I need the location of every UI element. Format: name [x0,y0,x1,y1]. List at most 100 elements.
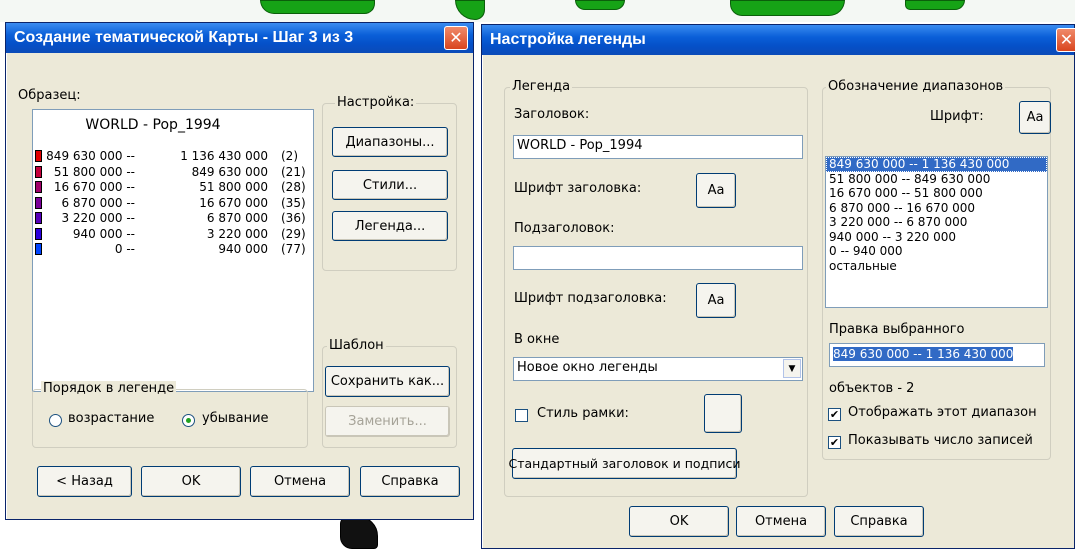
help-button[interactable]: Справка [834,506,924,537]
ascending-label[interactable]: возрастание [68,411,154,426]
legend-row: 16 670 000 -- 51 800 000 (28) [33,180,308,194]
ranges-list-item[interactable]: 3 220 000 -- 6 870 000 [826,215,1047,230]
show-count-checkbox[interactable]: ✔ [828,436,841,449]
frame-style-button[interactable] [704,394,742,433]
heading-label: Заголовок: [514,107,590,122]
legend-order-group-title: Порядок в легенде [41,381,177,396]
legend-range-count: (2) [281,149,298,163]
ranges-listbox[interactable]: 849 630 000 -- 1 136 430 000 51 800 000 -… [825,156,1048,308]
legend-color-swatch [35,165,42,178]
legend-row: 849 630 000 -- 1 136 430 000 (2) [33,149,308,163]
legend-range-high: 1 136 430 000 [180,149,268,163]
legend-color-swatch [35,212,42,224]
edit-selected-label: Правка выбранного [829,322,965,337]
in-window-value: Новое окно легенды [517,360,658,375]
legend-group-title: Легенда [510,79,573,94]
legend-color-swatch [35,181,42,193]
edit-selected-input[interactable]: 849 630 000 -- 1 136 430 000 [829,343,1045,367]
legend-range-high: 51 800 000 [199,180,268,194]
default-heading-button[interactable]: Стандартный заголовок и подписи [508,448,741,479]
range-font-button[interactable]: Aa [1019,101,1051,134]
legend-color-swatch [35,227,42,240]
sample-title: WORLD - Pop_1994 [85,117,221,133]
ranges-list-item[interactable]: 940 000 -- 3 220 000 [826,230,1047,245]
show-count-label[interactable]: Показывать число записей [848,433,1033,448]
descending-radio[interactable] [182,414,195,427]
legend-dialog-title: Настройка легенды [490,31,646,48]
descending-label[interactable]: убывание [202,411,269,426]
in-window-label: В окне [514,332,560,347]
range-labels-group-title: Обозначение диапазонов [826,79,1006,94]
close-icon[interactable]: ✕ [1056,28,1075,52]
legend-range-high: 3 220 000 [206,226,268,241]
legend-range-count: (36) [281,211,306,225]
legend-sample-preview: WORLD - Pop_1994 849 630 000 -- 1 136 430… [32,109,314,392]
ranges-list-item[interactable]: 16 670 000 -- 51 800 000 [826,186,1047,201]
map-landmass [905,0,965,10]
legend-range-count: (35) [281,195,306,210]
map-landmass [730,0,845,16]
ascending-radio[interactable] [49,414,62,427]
legend-button[interactable]: Легенда... [332,211,448,241]
ok-button[interactable]: OK [629,506,729,537]
legend-range-count: (77) [281,242,306,256]
legend-color-swatch [35,243,42,255]
frame-style-checkbox[interactable] [515,409,528,422]
font-label: Шрифт: [930,109,984,124]
cancel-button[interactable]: Отмена [250,466,350,497]
back-button[interactable]: < Назад [37,466,132,497]
legend-row: 51 800 000 -- 849 630 000 (21) [33,164,308,179]
ok-button[interactable]: OK [141,466,241,497]
ranges-list-item[interactable]: 0 -- 940 000 [826,244,1047,259]
ranges-list-item[interactable]: 51 800 000 -- 849 630 000 [826,172,1047,187]
heading-input[interactable]: WORLD - Pop_1994 [513,135,803,159]
legend-settings-dialog: Настройка легенды ✕ Легенда Заголовок: W… [481,24,1075,549]
legend-row: 0 -- 940 000 (77) [33,242,308,256]
show-range-checkbox[interactable]: ✔ [828,408,841,421]
legend-range-high: 940 000 [218,242,268,256]
legend-range-high: 849 630 000 [191,164,268,179]
map-landmass [575,0,625,10]
subheading-font-button[interactable]: Aa [696,283,736,318]
legend-range-low: 3 220 000 -- [61,211,135,225]
legend-range-count: (28) [281,180,306,194]
heading-font-label: Шрифт заголовка: [514,181,642,196]
map-landmass [340,516,378,549]
ranges-list-item[interactable]: остальные [826,259,1047,274]
frame-style-label[interactable]: Стиль рамки: [537,406,629,421]
thematic-map-wizard-window: Создание тематической Карты - Шаг 3 из 3… [5,22,474,520]
legend-color-swatch [35,150,42,162]
legend-range-low: 6 870 000 -- [61,195,135,210]
legend-color-swatch [35,196,42,209]
styles-button[interactable]: Стили... [332,170,448,200]
legend-row: 3 220 000 -- 6 870 000 (36) [33,211,308,225]
template-group-title: Шаблон [327,338,386,353]
in-window-select[interactable]: Новое окно легенды ▼ [513,357,803,381]
ranges-list-item[interactable]: 849 630 000 -- 1 136 430 000 [826,157,1047,172]
wizard-title-bar[interactable]: Создание тематической Карты - Шаг 3 из 3 [6,23,473,53]
subheading-input[interactable] [513,246,803,270]
replace-button: Заменить... [325,406,450,437]
cancel-button[interactable]: Отмена [736,506,826,537]
show-range-label[interactable]: Отображать этот диапазон [848,405,1037,420]
ranges-button[interactable]: Диапазоны... [332,127,448,157]
save-as-button[interactable]: Сохранить как... [325,366,450,397]
heading-font-button[interactable]: Aa [696,173,736,208]
legend-range-low: 16 670 000 -- [53,180,135,194]
legend-dialog-title-bar[interactable]: Настройка легенды [482,25,1074,55]
ranges-list-item[interactable]: 6 870 000 -- 16 670 000 [826,201,1047,216]
help-button[interactable]: Справка [360,466,460,497]
wizard-title: Создание тематической Карты - Шаг 3 из 3 [14,29,354,46]
legend-range-count: (29) [281,226,306,241]
close-icon[interactable]: ✕ [444,26,468,50]
ranges-list: 849 630 000 -- 1 136 430 000 51 800 000 -… [826,157,1047,273]
legend-range-count: (21) [281,164,306,179]
legend-range-high: 16 670 000 [199,195,268,210]
subheading-font-label: Шрифт подзаголовка: [514,291,667,306]
edit-selected-value: 849 630 000 -- 1 136 430 000 [833,347,1014,361]
map-landmass [260,0,375,14]
objects-count-label: объектов - 2 [829,381,915,396]
sample-label: Образец: [18,88,81,103]
settings-group-title: Настройка: [335,95,417,110]
chevron-down-icon[interactable]: ▼ [783,359,801,378]
